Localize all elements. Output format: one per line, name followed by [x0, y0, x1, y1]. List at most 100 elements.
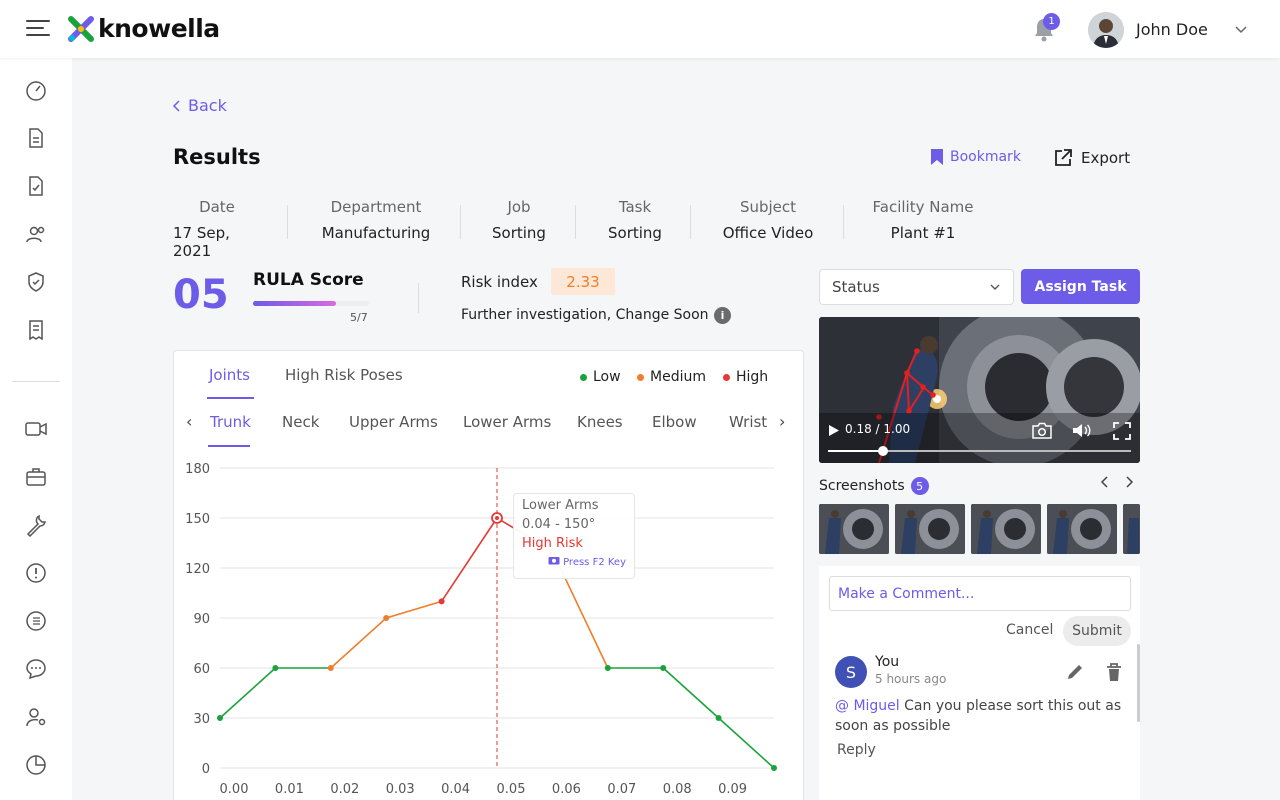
receipt-icon — [29, 320, 43, 341]
play-icon[interactable] — [828, 424, 840, 437]
comment-input[interactable]: Make a Comment... — [829, 576, 1131, 611]
joints-prev-arrow[interactable]: ‹ — [186, 412, 192, 431]
sidebar-item-dashboard[interactable] — [22, 76, 50, 104]
tooltip-hint-text: Press F2 Key — [563, 557, 626, 568]
joints-next-arrow[interactable]: › — [779, 412, 785, 431]
risk-index-badge: 2.33 — [551, 268, 615, 295]
fullscreen-icon[interactable] — [1113, 422, 1131, 440]
video-camera-icon — [25, 422, 47, 436]
chevron-right-icon[interactable] — [1123, 475, 1135, 489]
comments-card: Make a Comment... Cancel Submit S You 5 … — [819, 566, 1140, 800]
meta-facility: Facility Name Plant #1 — [864, 198, 982, 242]
meta-label: Subject — [739, 198, 797, 216]
sidebar-item-alerts[interactable] — [22, 559, 50, 587]
meta-divider — [460, 205, 461, 239]
data-point-center — [495, 516, 499, 520]
sidebar-item-jobs[interactable] — [22, 463, 50, 491]
user-name[interactable]: John Doe — [1136, 20, 1208, 39]
x-tick-label: 0.07 — [607, 782, 636, 797]
comment-time: 5 hours ago — [875, 672, 947, 686]
risk-note: Further investigation, Change Soon — [461, 307, 709, 323]
joint-tab-knees[interactable]: Knees — [577, 413, 623, 431]
export-button[interactable]: Export — [1053, 148, 1130, 168]
sidebar-item-list[interactable] — [22, 607, 50, 635]
video-scrubber[interactable] — [877, 446, 888, 456]
logo[interactable]: knowella — [68, 14, 220, 43]
rula-score-fraction: 5/7 — [350, 311, 368, 324]
joint-tab-trunk[interactable]: Trunk — [210, 413, 251, 431]
top-bar: knowella 1 John Doe — [0, 0, 1280, 58]
joint-tab-elbow[interactable]: Elbow — [652, 413, 697, 431]
sidebar-item-checklist[interactable] — [22, 172, 50, 200]
pie-chart-icon — [26, 755, 46, 775]
screenshot-thumbnail[interactable] — [1047, 504, 1117, 554]
sidebar-item-documents[interactable] — [22, 124, 50, 152]
document-icon — [29, 128, 43, 148]
tab-joints[interactable]: Joints — [209, 366, 250, 384]
sidebar-item-messages[interactable] — [22, 655, 50, 683]
camera-icon[interactable] — [1032, 422, 1052, 439]
gauge-icon — [26, 81, 46, 101]
submit-button[interactable]: Submit — [1063, 616, 1131, 646]
bookmark-button[interactable]: Bookmark — [930, 148, 1021, 166]
screenshot-thumbnail[interactable] — [971, 504, 1041, 554]
sidebar-item-security[interactable] — [22, 268, 50, 296]
x-tick-label: 0.01 — [275, 782, 304, 797]
comment-text: @ Miguel Can you please sort this out as… — [835, 696, 1125, 736]
sidebar-divider — [12, 381, 60, 382]
video-progress-track[interactable] — [828, 446, 1131, 456]
cancel-button[interactable]: Cancel — [1006, 622, 1053, 638]
document-check-icon — [29, 176, 43, 196]
sidebar-item-videos[interactable] — [22, 415, 50, 443]
tooltip-value: 0.04 - 150° — [522, 517, 596, 532]
shield-icon — [28, 272, 44, 292]
joint-tab-lower-arms[interactable]: Lower Arms — [463, 413, 551, 431]
meta-value: Sorting — [492, 224, 546, 242]
assign-task-button[interactable]: Assign Task — [1021, 269, 1140, 304]
sidebar-item-analytics[interactable] — [22, 751, 50, 779]
back-link[interactable]: Back — [172, 96, 227, 115]
chevron-left-icon[interactable] — [1099, 475, 1111, 489]
meta-value: Office Video — [722, 224, 814, 242]
series-segment — [330, 617, 387, 669]
volume-icon[interactable] — [1072, 422, 1092, 439]
chevron-down-icon[interactable] — [1234, 22, 1248, 36]
screenshot-thumbnail[interactable] — [895, 504, 965, 554]
status-select[interactable]: Status — [819, 269, 1014, 305]
reply-button[interactable]: Reply — [837, 742, 876, 758]
bookmark-label: Bookmark — [950, 149, 1021, 165]
chart-card: Joints High Risk Poses Low Medium High ‹… — [173, 350, 804, 800]
x-tick-label: 0.06 — [552, 782, 581, 797]
video-player[interactable] — [819, 317, 1140, 463]
screenshot-thumbnail[interactable] — [1123, 504, 1140, 554]
tab-high-risk-poses[interactable]: High Risk Poses — [285, 366, 403, 384]
trash-icon[interactable] — [1105, 662, 1123, 682]
joint-tab-wrist[interactable]: Wrist — [729, 413, 767, 431]
knowella-logo-icon — [68, 15, 94, 42]
comment-mention[interactable]: @ Miguel — [835, 698, 900, 714]
joint-tab-neck[interactable]: Neck — [282, 413, 319, 431]
meta-value: Sorting — [608, 224, 662, 242]
data-point — [660, 665, 667, 671]
meta-value: 17 Sep, 2021 — [173, 224, 230, 260]
sidebar-item-users[interactable] — [22, 220, 50, 248]
meta-divider — [287, 205, 288, 239]
rula-score-value: 05 — [173, 272, 229, 318]
pencil-icon[interactable] — [1065, 662, 1085, 682]
sidebar-item-reports[interactable] — [22, 316, 50, 344]
data-point — [383, 615, 390, 621]
sidebar-item-tools[interactable] — [22, 511, 50, 539]
info-icon[interactable]: i — [714, 307, 731, 324]
comment-avatar: S — [835, 656, 867, 688]
x-tick-label: 0.00 — [220, 782, 249, 797]
video-progress-fill — [828, 450, 883, 452]
comments-scrollbar[interactable] — [1137, 644, 1140, 722]
menu-icon[interactable] — [26, 20, 50, 38]
avatar[interactable] — [1088, 12, 1124, 48]
screenshot-thumbnail[interactable] — [819, 504, 889, 554]
meta-label: Job — [507, 198, 531, 216]
joint-tab-upper-arms[interactable]: Upper Arms — [349, 413, 438, 431]
sidebar-item-user-settings[interactable] — [22, 703, 50, 731]
logo-text: knowella — [98, 14, 220, 43]
x-tick-label: 0.02 — [330, 782, 359, 797]
